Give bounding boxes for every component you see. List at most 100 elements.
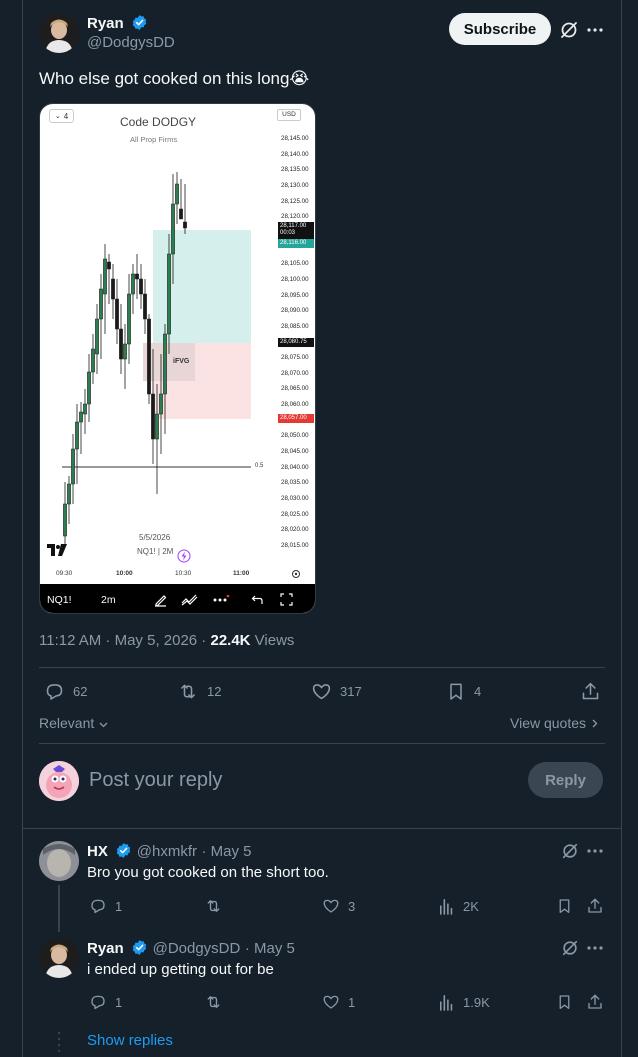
- candle-body: [151, 393, 155, 440]
- candle-body: [67, 483, 71, 505]
- reply-date[interactable]: · May 5: [201, 843, 251, 860]
- time-label-0930: 09:30: [56, 570, 73, 577]
- post-text: Who else got cooked on this long😭: [39, 69, 310, 88]
- reply-count: 62: [73, 684, 88, 699]
- lightning-icon: [177, 549, 191, 563]
- heart-icon: [312, 684, 331, 700]
- reply-icon: [46, 684, 63, 700]
- candle-body: [179, 208, 183, 220]
- candle-body: [183, 221, 187, 229]
- sort-dropdown[interactable]: Relevant: [39, 715, 108, 731]
- price-tick: 28,130.00: [281, 181, 309, 189]
- candle-body: [171, 203, 175, 255]
- reply-author-handle[interactable]: @hxmkfr: [137, 843, 197, 860]
- candle-body: [79, 411, 83, 423]
- repost-action[interactable]: [204, 897, 231, 915]
- show-replies-link[interactable]: Show replies: [87, 1032, 173, 1049]
- price-tick: 28,020.00: [281, 526, 309, 534]
- divider-composer-top: [39, 743, 605, 744]
- candle-body: [107, 261, 111, 270]
- fullscreen-icon[interactable]: [280, 593, 293, 606]
- my-avatar[interactable]: [39, 761, 79, 801]
- reply-author-name[interactable]: HX: [87, 843, 108, 860]
- reply-action[interactable]: 62: [44, 681, 87, 702]
- share-icon[interactable]: [580, 681, 601, 702]
- grok-icon[interactable]: [561, 939, 579, 957]
- more-options-icon[interactable]: [587, 945, 603, 951]
- post-timestamp[interactable]: 11:12 AM · May 5, 2026 ·: [39, 632, 210, 649]
- author-name[interactable]: Ryan: [87, 14, 148, 32]
- subscribe-button[interactable]: Subscribe: [449, 13, 551, 45]
- like-count: 317: [340, 684, 362, 699]
- sort-label: Relevant: [39, 715, 95, 731]
- reply-avatar-hx[interactable]: [39, 841, 79, 881]
- bookmark-count: 4: [474, 684, 482, 699]
- author-name-text[interactable]: Ryan: [87, 15, 124, 32]
- entry-price-tag: 28,080.75: [278, 338, 314, 347]
- chart-image[interactable]: ⌄ 4 USD Code DODGY All Prop Firms iFVG 0.…: [39, 103, 316, 614]
- candle-body: [159, 393, 163, 415]
- bookmark-icon[interactable]: [556, 993, 573, 1011]
- post-timestamp-line: 11:12 AM · May 5, 2026 · 22.4K Views: [39, 632, 294, 649]
- share-icon[interactable]: [586, 993, 604, 1011]
- repost-action[interactable]: [204, 993, 231, 1011]
- repost-action[interactable]: 12: [177, 681, 221, 702]
- views-action[interactable]: 1.9K: [439, 993, 490, 1011]
- share-icon[interactable]: [586, 897, 604, 915]
- reply-text: i ended up getting out for be: [87, 961, 274, 978]
- author-avatar[interactable]: [39, 13, 79, 53]
- grok-icon[interactable]: [559, 20, 579, 40]
- toolbar-interval[interactable]: 2m: [101, 594, 116, 606]
- view-quotes-link[interactable]: View quotes: [510, 715, 598, 731]
- reply-action[interactable]: 1: [89, 993, 122, 1011]
- author-handle[interactable]: @DodgysDD: [87, 34, 175, 51]
- repost-icon: [207, 996, 220, 1008]
- column-border-left: [22, 0, 23, 1057]
- candle-body: [83, 403, 87, 415]
- price-tick: 28,145.00: [281, 135, 309, 142]
- trend-line-icon[interactable]: [181, 592, 198, 607]
- reply-author-name[interactable]: Ryan: [87, 940, 124, 957]
- more-options-icon[interactable]: [587, 848, 603, 854]
- grok-icon[interactable]: [561, 842, 579, 860]
- like-action[interactable]: 3: [322, 897, 355, 915]
- more-tools-icon[interactable]: [212, 594, 230, 604]
- reply-author-handle[interactable]: @DodgysDD: [153, 940, 241, 957]
- reply-date[interactable]: · May 5: [245, 940, 295, 957]
- settings-icon[interactable]: [291, 569, 301, 579]
- candle-body: [75, 421, 79, 450]
- reply-header-ryan: Ryan @DodgysDD · May 5: [87, 939, 295, 958]
- reply-input[interactable]: [89, 766, 509, 794]
- reply-icon: [91, 995, 105, 1010]
- bookmark-icon[interactable]: [556, 897, 573, 915]
- reply-avatar-ryan[interactable]: [39, 938, 79, 978]
- verified-badge-icon: [132, 15, 147, 30]
- repost-icon: [181, 684, 195, 699]
- pencil-icon[interactable]: [153, 592, 168, 607]
- price-tick: 28,015.00: [281, 541, 309, 549]
- price-tick: 28,025.00: [281, 510, 309, 518]
- price-current-text: 28,117.00: [280, 223, 307, 229]
- views-action[interactable]: 2K: [439, 897, 479, 915]
- verified-badge-icon: [132, 940, 147, 955]
- bookmark-action[interactable]: 4: [446, 681, 481, 702]
- more-options-icon[interactable]: [587, 27, 603, 33]
- reply-action[interactable]: 1: [89, 897, 122, 915]
- candle-body: [91, 348, 95, 373]
- candle-body: [163, 333, 167, 395]
- reply-button[interactable]: Reply: [528, 762, 603, 798]
- column-border-right: [621, 0, 622, 1057]
- time-label-1000: 10:00: [116, 570, 133, 577]
- candle-body: [131, 273, 135, 295]
- price-tick: 28,140.00: [281, 150, 309, 158]
- verified-badge-icon: [117, 843, 131, 858]
- candle-body: [63, 503, 67, 537]
- like-action[interactable]: 317: [311, 681, 362, 702]
- chart-toolbar: NQ1! 2m: [40, 584, 315, 613]
- stop-loss-tag: 28,057.00: [278, 414, 314, 423]
- like-action[interactable]: 1: [322, 993, 355, 1011]
- divider-top-actions: [39, 667, 605, 668]
- candle-body: [119, 328, 123, 360]
- undo-icon[interactable]: [251, 593, 264, 606]
- toolbar-symbol[interactable]: NQ1!: [47, 594, 72, 606]
